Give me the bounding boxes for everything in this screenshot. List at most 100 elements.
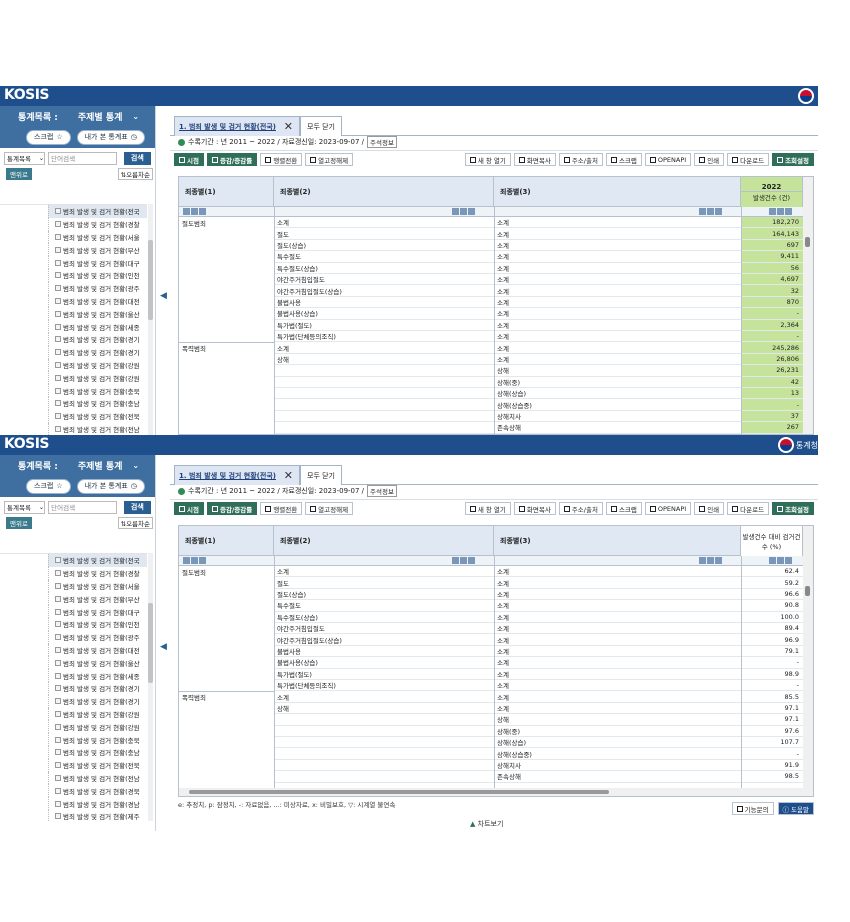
filter-buttons[interactable] xyxy=(699,208,722,215)
tree-item[interactable]: 범죄 발생 및 검거 현황(강원 xyxy=(48,720,147,734)
tree-item[interactable]: 범죄 발생 및 검거 현황(강원 xyxy=(48,358,147,372)
tree-item[interactable]: 범죄 발생 및 검거 현황(충남 xyxy=(48,396,147,410)
tree-item[interactable]: 범죄 발생 및 검거 현황(전국 xyxy=(48,554,147,567)
tree-item[interactable]: 범죄 발생 및 검거 현황(세종 xyxy=(48,669,147,682)
cell-value[interactable]: 62.4 xyxy=(741,566,803,578)
filter-icon[interactable] xyxy=(699,557,706,564)
tree-item[interactable]: 범죄 발생 및 검거 현황(강원 xyxy=(48,707,147,721)
tree-item[interactable]: 범죄 발생 및 검거 현황(전남 xyxy=(48,422,147,435)
filter-icon[interactable] xyxy=(699,208,706,215)
cell-value[interactable]: 42 xyxy=(741,376,803,388)
cell-value[interactable]: 267 xyxy=(741,422,803,434)
chart-toggle[interactable]: ▲ 차트보기 xyxy=(470,819,503,829)
tree-item[interactable]: 범죄 발생 및 검거 현황(서울 xyxy=(48,230,147,244)
collapse-sidebar-icon[interactable]: ◀ xyxy=(160,291,168,301)
cell-value[interactable]: 37 xyxy=(741,410,803,423)
tree-item[interactable]: 범죄 발생 및 검거 현황(부산 xyxy=(48,243,147,257)
my-viewed-button[interactable]: 내가 본 통계표 ◷ xyxy=(76,478,145,494)
cell-value[interactable]: 100.0 xyxy=(741,611,803,623)
tree-item[interactable]: 범죄 발생 및 검거 현황(전국 xyxy=(48,205,147,218)
tree-item[interactable]: 범죄 발생 및 검거 현황(광주 xyxy=(48,281,147,295)
sidebar-header[interactable]: 통계목록 : 주제별 통계 ⌄ xyxy=(0,455,155,475)
tab-active[interactable]: 1. 범죄 발생 및 검거 현황(전국) ✕ xyxy=(174,116,300,136)
cell-value[interactable]: 98.9 xyxy=(741,668,803,680)
toolbar-button-right[interactable]: 인쇄 xyxy=(694,153,725,166)
close-all-tab[interactable]: 모두 닫기 xyxy=(300,465,342,485)
toolbar-button-left[interactable]: 행렬전환 xyxy=(260,502,303,515)
close-all-tab[interactable]: 모두 닫기 xyxy=(300,116,342,136)
cell-value[interactable]: 107.7 xyxy=(741,737,803,749)
cell-value[interactable]: 182,270 xyxy=(741,217,803,229)
search-input[interactable]: 단어검색 xyxy=(48,500,117,514)
toolbar-button-right[interactable]: 다운로드 xyxy=(727,502,770,515)
toolbar-button-right[interactable]: 다운로드 xyxy=(727,153,770,166)
toolbar-button-right[interactable]: OPENAPI xyxy=(644,502,692,515)
cell-value[interactable]: 59.2 xyxy=(741,577,803,589)
tree-item[interactable]: 범죄 발생 및 검거 현황(대구 xyxy=(48,605,147,618)
cell-value[interactable]: 56 xyxy=(741,262,803,274)
cell-value[interactable]: 870 xyxy=(741,296,803,309)
tree-item[interactable]: 범죄 발생 및 검거 현황(경기 xyxy=(48,332,147,346)
filter-buttons[interactable] xyxy=(183,208,206,215)
go-top-button[interactable]: 맨위로 xyxy=(6,517,32,529)
filter-icon[interactable] xyxy=(715,557,722,564)
search-input[interactable]: 단어검색 xyxy=(48,151,117,165)
tree-item[interactable]: 범죄 발생 및 검거 현황(전북 xyxy=(48,758,147,772)
tree-item[interactable]: 범죄 발생 및 검거 현황(충남 xyxy=(48,745,147,759)
filter-buttons[interactable] xyxy=(183,557,206,564)
filter-icon[interactable] xyxy=(183,208,190,215)
cell-value[interactable]: 245,286 xyxy=(741,342,803,354)
filter-icon[interactable] xyxy=(707,557,714,564)
tree-item[interactable]: 범죄 발생 및 검거 현황(강원 xyxy=(48,371,147,385)
grid-hscroll-thumb[interactable] xyxy=(189,790,609,794)
toolbar-button-left[interactable]: 열고정해제 xyxy=(305,502,354,515)
filter-icon[interactable] xyxy=(460,208,467,215)
cell-value[interactable]: 164,143 xyxy=(741,228,803,240)
toolbar-button-right[interactable]: 조회설정 xyxy=(772,153,814,166)
cell-value[interactable]: 96.6 xyxy=(741,588,803,601)
cell-value[interactable]: 90.8 xyxy=(741,600,803,612)
note-button[interactable]: 주석정보 xyxy=(367,485,397,497)
grid-vscrollbar[interactable] xyxy=(803,177,813,434)
filter-buttons[interactable] xyxy=(699,557,722,564)
filter-icon[interactable] xyxy=(452,208,459,215)
cell-value[interactable]: 26,806 xyxy=(741,353,803,366)
cell-value[interactable]: 97.1 xyxy=(741,702,803,715)
kosis-logo[interactable]: KOSIS xyxy=(4,87,50,103)
tree-item[interactable]: 범죄 발생 및 검거 현황(대구 xyxy=(48,256,147,269)
cell-value[interactable]: - xyxy=(741,308,803,320)
filter-icon[interactable] xyxy=(769,208,776,215)
go-top-button[interactable]: 맨위로 xyxy=(6,168,32,180)
tree-item[interactable]: 범죄 발생 및 검거 현황(경기 xyxy=(48,681,147,695)
tree-item[interactable]: 범죄 발생 및 검거 현황(인천 xyxy=(48,268,147,282)
sort-asc-button[interactable]: ⇅오름차순 xyxy=(117,168,153,180)
cell-value[interactable]: 2,364 xyxy=(741,319,803,331)
toolbar-button-left[interactable]: 증감/증감률 xyxy=(206,502,258,515)
toolbar-button-left[interactable]: 열고정해제 xyxy=(305,153,354,166)
grid-value-header[interactable]: 2022 발생건수 (건) xyxy=(741,177,803,207)
collapse-sidebar-icon[interactable]: ◀ xyxy=(160,642,168,652)
filter-icon[interactable] xyxy=(777,557,784,564)
cell-value[interactable]: 98.5 xyxy=(741,771,803,783)
sidebar-header[interactable]: 통계목록 : 주제별 통계 ⌄ xyxy=(0,106,155,126)
search-scope-select[interactable]: 통계목록 ⌄ xyxy=(4,500,46,514)
sort-asc-button[interactable]: ⇅오름차순 xyxy=(117,517,153,529)
toolbar-button-right[interactable]: 화면복사 xyxy=(513,153,556,166)
search-button[interactable]: 검색 xyxy=(123,500,151,514)
filter-icon[interactable] xyxy=(191,557,198,564)
filter-icon[interactable] xyxy=(715,208,722,215)
filter-icon[interactable] xyxy=(769,557,776,564)
filter-buttons[interactable] xyxy=(769,557,792,564)
scrap-button[interactable]: 스크랩 ☆ xyxy=(26,478,71,494)
toolbar-button-left[interactable]: 행렬전환 xyxy=(260,153,303,166)
org-name[interactable]: 통계청 xyxy=(796,440,818,451)
toolbar-button-right[interactable]: 조회설정 xyxy=(772,502,814,515)
cell-value[interactable]: 89.4 xyxy=(741,623,803,635)
cell-value[interactable]: 96.9 xyxy=(741,634,803,646)
filter-icon[interactable] xyxy=(199,208,206,215)
cell-value[interactable]: - xyxy=(741,399,803,411)
function-inquiry-button[interactable]: 기능문의 xyxy=(731,802,774,815)
chevron-down-icon[interactable]: ⌄ xyxy=(132,461,139,470)
filter-buttons[interactable] xyxy=(452,557,475,564)
tree-item[interactable]: 범죄 발생 및 검거 현황(서울 xyxy=(48,579,147,593)
